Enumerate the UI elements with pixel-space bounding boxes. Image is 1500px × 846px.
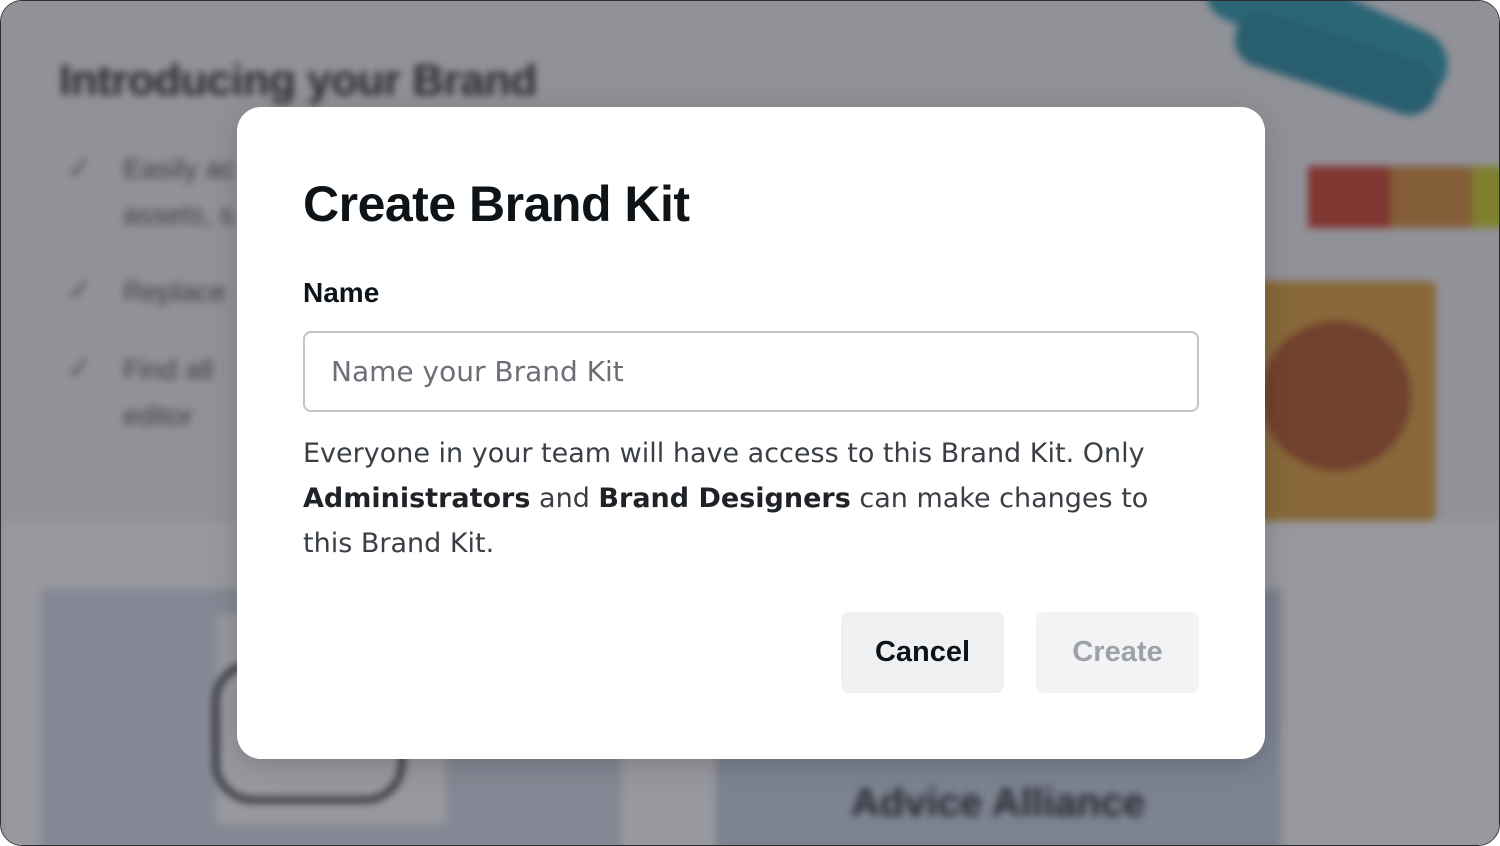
role-brand-designers: Brand Designers	[598, 483, 851, 514]
app-window: Introducing your Brand ✓ Easily ac asset…	[0, 0, 1500, 846]
create-brand-kit-dialog: Create Brand Kit Name Everyone in your t…	[237, 107, 1265, 759]
dialog-title: Create Brand Kit	[303, 176, 690, 232]
permissions-info: Everyone in your team will have access t…	[303, 431, 1203, 566]
role-administrators: Administrators	[303, 483, 531, 514]
name-label: Name	[303, 277, 380, 308]
create-button[interactable]: Create	[1036, 612, 1199, 693]
info-text-part: and	[530, 483, 599, 514]
brand-kit-name-input[interactable]	[303, 331, 1199, 412]
info-text-part: Everyone in your team will have access t…	[303, 438, 1145, 469]
cancel-button[interactable]: Cancel	[841, 612, 1004, 693]
